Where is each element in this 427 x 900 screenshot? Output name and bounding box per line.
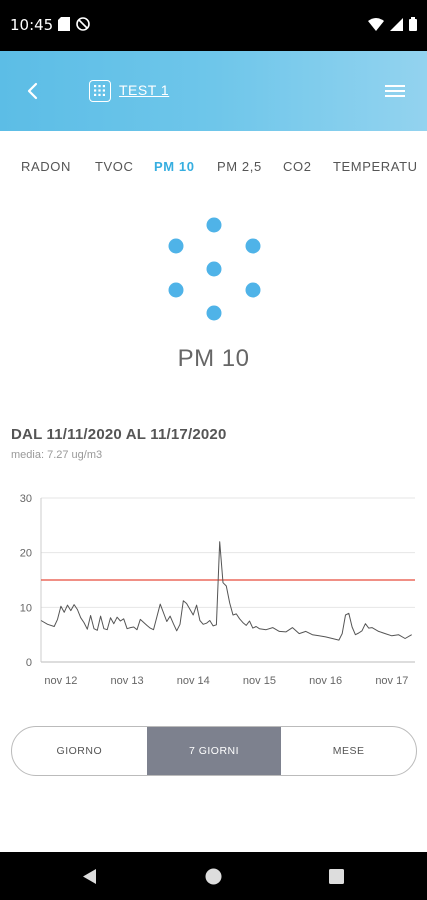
particulate-icon: [168, 217, 261, 321]
device-grid-icon: [89, 80, 111, 102]
x-tick-label: nov 17: [375, 675, 408, 687]
y-tick-label: 10: [20, 602, 32, 614]
date-range-title: DAL 11/11/2020 AL 11/17/2020: [11, 426, 227, 443]
period-7days-button[interactable]: 7 GIORNI: [146, 727, 282, 775]
metric-tabs: RADON TVOC PM 10 PM 2,5 CO2 TEMPERATU: [0, 131, 427, 201]
back-button[interactable]: [22, 79, 44, 103]
x-tick-label: nov 13: [111, 675, 144, 687]
app-header: TEST 1: [0, 51, 427, 131]
x-tick-label: nov 15: [243, 675, 276, 687]
tab-temperature[interactable]: TEMPERATU: [333, 159, 418, 174]
x-tick-label: nov 12: [44, 675, 77, 687]
series-line: [40, 541, 412, 641]
menu-button[interactable]: [385, 84, 405, 98]
period-toggle: GIORNO 7 GIORNI MESE: [11, 726, 417, 776]
x-tick-label: nov 16: [309, 675, 342, 687]
battery-icon: [409, 17, 417, 31]
status-time: 10:45: [10, 16, 54, 34]
period-month-button[interactable]: MESE: [281, 727, 416, 775]
tab-co2[interactable]: CO2: [283, 159, 312, 174]
status-bar: 10:45: [0, 0, 427, 51]
y-tick-label: 0: [26, 657, 32, 669]
nav-recents-icon[interactable]: [329, 869, 344, 884]
nav-back-icon[interactable]: [81, 868, 97, 885]
device-title-link[interactable]: TEST 1: [119, 82, 169, 98]
tab-tvoc[interactable]: TVOC: [95, 159, 134, 174]
y-tick-label: 30: [20, 493, 32, 505]
sd-card-icon: [58, 17, 70, 31]
nav-home-icon[interactable]: [205, 868, 222, 885]
dnd-icon: [76, 17, 90, 31]
period-day-button[interactable]: GIORNO: [12, 727, 147, 775]
tab-pm10[interactable]: PM 10: [154, 159, 195, 174]
y-tick-label: 20: [20, 548, 32, 560]
average-value: media: 7.27 ug/m3: [11, 449, 103, 461]
system-nav-bar: [0, 852, 427, 900]
tab-radon[interactable]: RADON: [21, 159, 71, 174]
pm10-line-chart: 0 10 20 30 nov 12 nov 13 nov 14 nov 15 nov 16 nov…: [20, 493, 415, 687]
signal-icon: [390, 17, 403, 31]
x-tick-label: nov 14: [177, 675, 210, 687]
wifi-icon: [368, 17, 384, 31]
tab-pm25[interactable]: PM 2,5: [217, 159, 262, 174]
metric-title: PM 10: [177, 345, 250, 372]
